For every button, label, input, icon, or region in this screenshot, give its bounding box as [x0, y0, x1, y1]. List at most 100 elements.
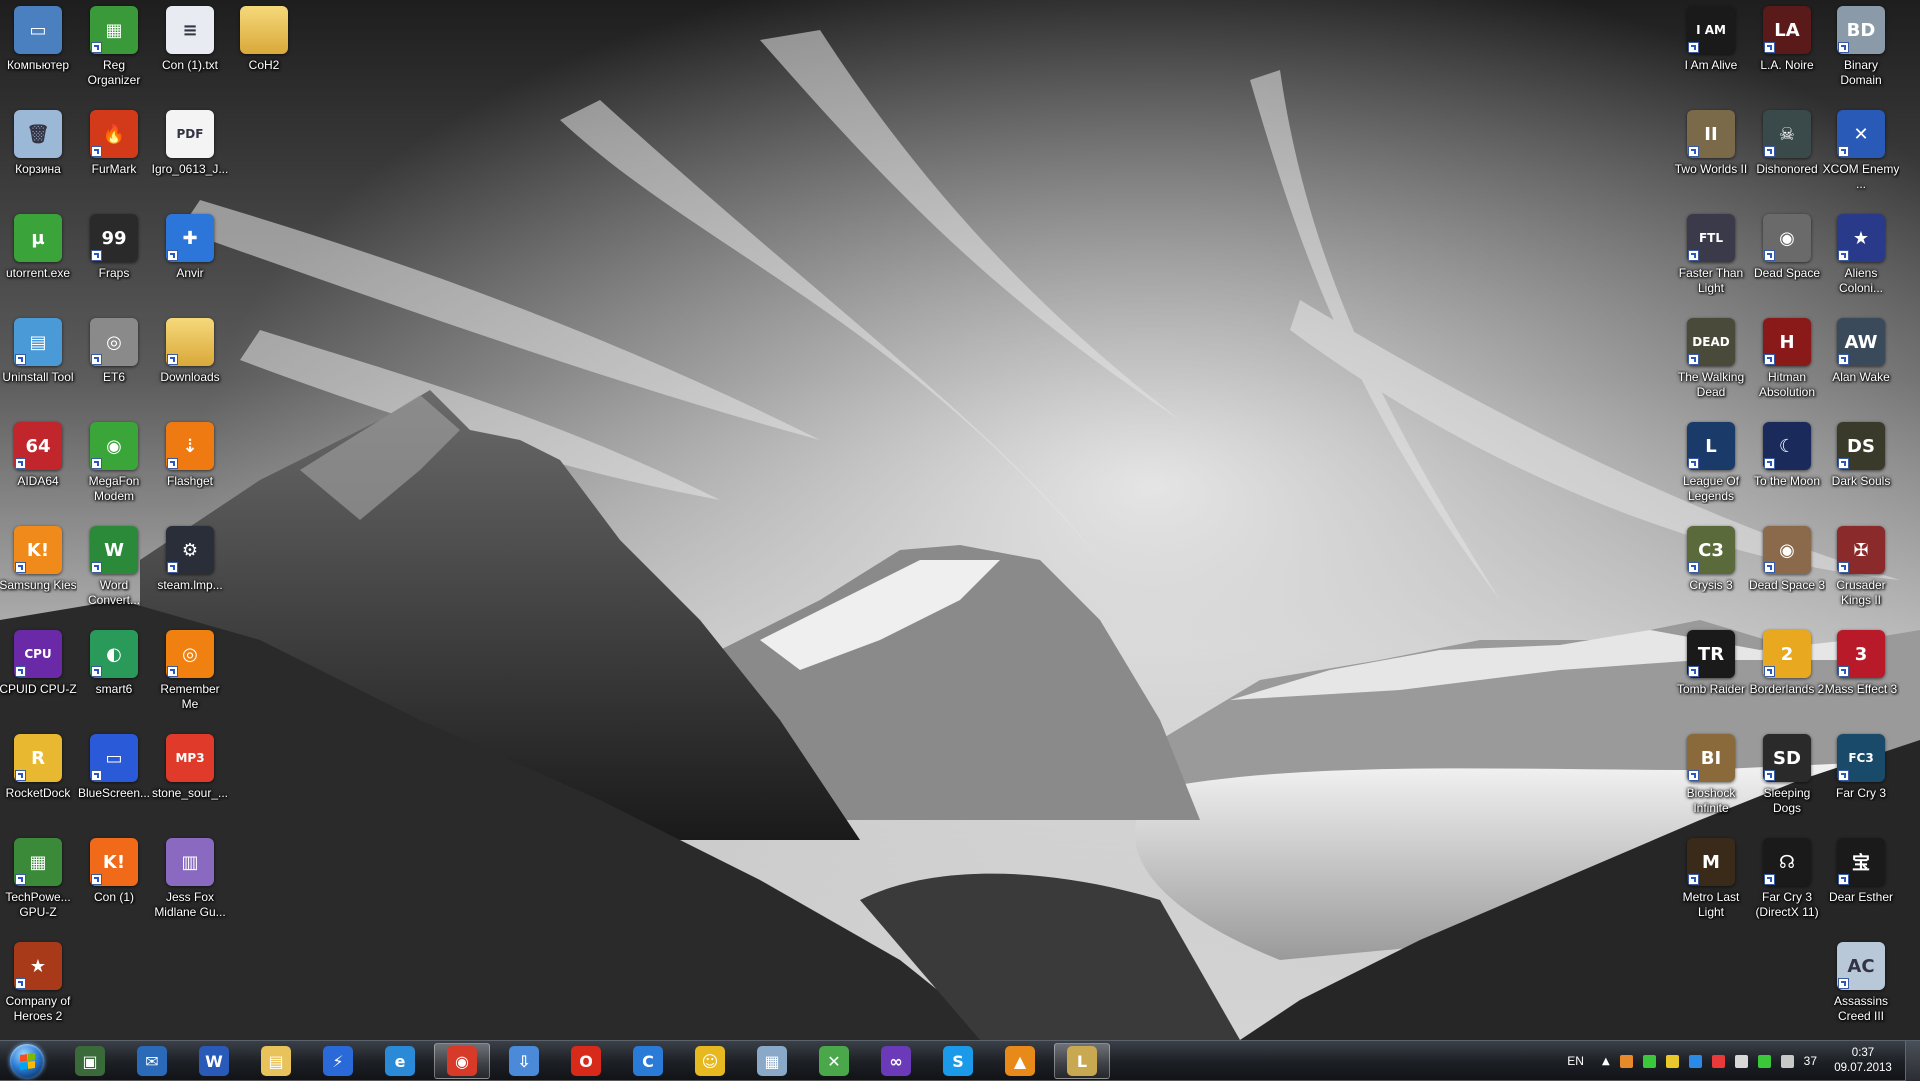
desktop-icon[interactable]: 64 AIDA64: [0, 416, 77, 518]
desktop-icon[interactable]: ▭ Компьютер: [0, 0, 77, 102]
tray-yellow-icon[interactable]: [1665, 1054, 1679, 1068]
document-icon: ▥: [166, 838, 214, 886]
taskbar-button[interactable]: ▦: [744, 1043, 800, 1079]
taskbar-button[interactable]: ◉: [434, 1043, 490, 1079]
desktop-icon[interactable]: K! Con (1): [75, 832, 153, 934]
desktop-icon[interactable]: AW Alan Wake: [1822, 312, 1900, 414]
desktop-icon[interactable]: W Word Convert...: [75, 520, 153, 622]
desktop-icon-label: Dead Space 3: [1748, 578, 1826, 592]
taskbar-button[interactable]: W: [186, 1043, 242, 1079]
desktop-icon[interactable]: H Hitman Absolution: [1748, 312, 1826, 414]
desktop-icon[interactable]: BD Binary Domain: [1822, 0, 1900, 102]
desktop-icon[interactable]: R RocketDock: [0, 728, 77, 830]
desktop-icon[interactable]: ✚ Anvir: [151, 208, 229, 310]
desktop-icon[interactable]: 3 Mass Effect 3: [1822, 624, 1900, 726]
desktop-icon[interactable]: ☾ To the Moon: [1748, 416, 1826, 518]
desktop-icon[interactable]: ✠ Crusader Kings II: [1822, 520, 1900, 622]
icon-glyph: ★: [29, 955, 47, 977]
desktop-icon[interactable]: ⚙ steam.lmp...: [151, 520, 229, 622]
desktop-icon[interactable]: CoH2: [225, 0, 303, 102]
taskbar-button[interactable]: S: [930, 1043, 986, 1079]
desktop-icon[interactable]: I AM I Am Alive: [1672, 0, 1750, 102]
taskbar-button[interactable]: ∞: [868, 1043, 924, 1079]
desktop-icon[interactable]: AC Assassins Creed III: [1822, 936, 1900, 1038]
desktop-icon[interactable]: 🗑 Корзина: [0, 104, 77, 206]
desktop-icon[interactable]: ◉ MegaFon Modem: [75, 416, 153, 518]
desktop-icon[interactable]: ★ Aliens Coloni...: [1822, 208, 1900, 310]
fraps-icon: 99: [90, 214, 138, 262]
desktop-icon[interactable]: ✕ XCOM Enemy ...: [1822, 104, 1900, 206]
taskbar-button[interactable]: ✉: [124, 1043, 180, 1079]
tray-battery-value[interactable]: 37: [1804, 1054, 1817, 1068]
tray-green-icon[interactable]: [1642, 1054, 1656, 1068]
desktop-icon[interactable]: 99 Fraps: [75, 208, 153, 310]
icon-glyph: ◉: [1779, 539, 1795, 561]
tray-red-icon[interactable]: [1711, 1054, 1725, 1068]
desktop-icon[interactable]: L League Of Legends: [1672, 416, 1750, 518]
desktop-icon[interactable]: ◎ Remember Me: [151, 624, 229, 726]
desktop-icon[interactable]: MP3 stone_sour_...: [151, 728, 229, 830]
desktop-icon[interactable]: ≡ Con (1).txt: [151, 0, 229, 102]
language-indicator[interactable]: EN: [1567, 1054, 1584, 1068]
desktop-icon[interactable]: M Metro Last Light: [1672, 832, 1750, 934]
volume-icon[interactable]: [1734, 1054, 1748, 1068]
desktop-icon[interactable]: II Two Worlds II: [1672, 104, 1750, 206]
desktop-icon[interactable]: ☠ Dishonored: [1748, 104, 1826, 206]
taskbar-button[interactable]: ☺: [682, 1043, 738, 1079]
taskbar-button[interactable]: ▣: [62, 1043, 118, 1079]
winamp-icon: ⚡: [323, 1046, 353, 1076]
desktop-icon[interactable]: ⇣ Flashget: [151, 416, 229, 518]
desktop-icon[interactable]: DS Dark Souls: [1822, 416, 1900, 518]
tray-orange-icon[interactable]: [1619, 1054, 1633, 1068]
taskbar-button[interactable]: O: [558, 1043, 614, 1079]
desktop-icon[interactable]: 2 Borderlands 2: [1748, 624, 1826, 726]
desktop-icon[interactable]: BI Bioshock Infinite: [1672, 728, 1750, 830]
desktop-icon[interactable]: TR Tomb Raider: [1672, 624, 1750, 726]
desktop-icon[interactable]: FC3 Far Cry 3: [1822, 728, 1900, 830]
desktop-icon[interactable]: µ utorrent.exe: [0, 208, 77, 310]
desktop-icon[interactable]: SD Sleeping Dogs: [1748, 728, 1826, 830]
show-desktop-button[interactable]: [1905, 1041, 1920, 1081]
taskbar-button[interactable]: e: [372, 1043, 428, 1079]
show-hidden-icons-arrow-icon[interactable]: ▲: [1602, 1056, 1610, 1067]
desktop-icon[interactable]: DEAD The Walking Dead: [1672, 312, 1750, 414]
desktop-icon[interactable]: ▥ Jess Fox Midlane Gu...: [151, 832, 229, 934]
desktop-icon[interactable]: ◉ Dead Space: [1748, 208, 1826, 310]
desktop-icon[interactable]: ★ Company of Heroes 2: [0, 936, 77, 1038]
desktop-icon[interactable]: CPU CPUID CPU-Z: [0, 624, 77, 726]
gpuz-icon: ▦: [14, 838, 62, 886]
utorrent-icon: µ: [14, 214, 62, 262]
icon-glyph: ☊: [1779, 851, 1795, 873]
taskbar-button[interactable]: ▲: [992, 1043, 1048, 1079]
taskbar-button[interactable]: ✕: [806, 1043, 862, 1079]
desktop-icon[interactable]: Downloads: [151, 312, 229, 414]
desktop-icon[interactable]: ☊ Far Cry 3 (DirectX 11): [1748, 832, 1826, 934]
desktop-icon-label: Fraps: [98, 266, 130, 280]
clock[interactable]: 0:37 09.07.2013: [1833, 1046, 1893, 1076]
desktop-icon[interactable]: LA L.A. Noire: [1748, 0, 1826, 102]
desktop-icon[interactable]: ▭ BlueScreen...: [75, 728, 153, 830]
desktop-icon[interactable]: ▦ TechPowe... GPU-Z: [0, 832, 77, 934]
desktop-icon[interactable]: ◎ ET6: [75, 312, 153, 414]
tray-blue-icon[interactable]: [1688, 1054, 1702, 1068]
signal-icon[interactable]: [1757, 1054, 1771, 1068]
desktop-icon[interactable]: C3 Crysis 3: [1672, 520, 1750, 622]
desktop-icon[interactable]: ▤ Uninstall Tool: [0, 312, 77, 414]
desktop-icon[interactable]: ◉ Dead Space 3: [1748, 520, 1826, 622]
desktop-icon[interactable]: ◐ smart6: [75, 624, 153, 726]
taskbar-button[interactable]: ⚡: [310, 1043, 366, 1079]
icon-glyph: 🗑: [26, 123, 50, 145]
desktop-icon[interactable]: PDF Igro_0613_J...: [151, 104, 229, 206]
start-button[interactable]: [4, 1042, 50, 1080]
taskbar-button[interactable]: ▤: [248, 1043, 304, 1079]
taskbar-button[interactable]: C: [620, 1043, 676, 1079]
desktop-icon[interactable]: 🔥 FurMark: [75, 104, 153, 206]
taskbar-button[interactable]: ⇩: [496, 1043, 552, 1079]
network-icon[interactable]: [1780, 1054, 1794, 1068]
desktop-icon[interactable]: ▦ Reg Organizer: [75, 0, 153, 102]
taskbar-button[interactable]: L: [1054, 1043, 1110, 1079]
desktop-wallpaper: [0, 0, 1920, 1080]
desktop-icon[interactable]: K! Samsung Kies: [0, 520, 77, 622]
desktop-icon[interactable]: 宝 Dear Esther: [1822, 832, 1900, 934]
desktop-icon[interactable]: FTL Faster Than Light: [1672, 208, 1750, 310]
